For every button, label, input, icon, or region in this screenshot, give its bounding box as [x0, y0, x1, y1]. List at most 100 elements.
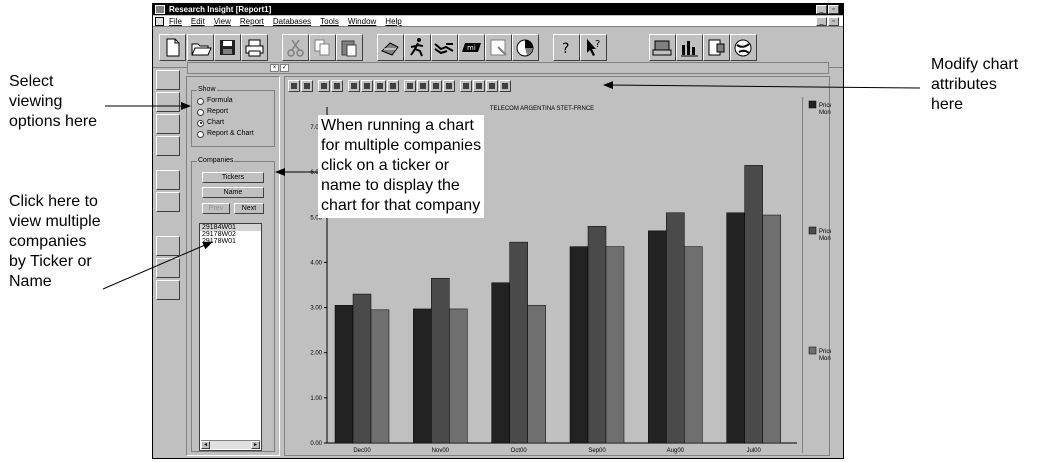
bar-1-1 [431, 277, 450, 444]
globe-icon[interactable] [730, 34, 757, 61]
legend-label-cont: Monthly [819, 356, 831, 362]
paste-icon[interactable] [336, 34, 363, 61]
menu-window[interactable]: Window [348, 16, 376, 27]
app-icon [155, 5, 165, 14]
legend-label-cont: Monthly [819, 110, 831, 116]
screen-icon[interactable] [649, 34, 676, 61]
maximize-button[interactable]: ▫ [828, 5, 839, 14]
bar-2-2 [527, 305, 546, 444]
y-tick-label: 0.00 [310, 441, 322, 447]
show-group-title: Show [197, 85, 217, 94]
legend-swatch [808, 100, 817, 109]
bar-0-0 [334, 305, 354, 444]
x-tick-label: Nov00 [432, 448, 450, 454]
tickers-button[interactable]: Tickers [202, 172, 264, 183]
bar-2-4 [684, 246, 703, 444]
side-tool-7-icon[interactable] [156, 258, 180, 278]
menu-help[interactable]: Help [385, 16, 401, 27]
view-toggle-icon[interactable] [156, 70, 180, 90]
save-icon[interactable] [214, 34, 241, 61]
bar-1-5 [744, 165, 763, 444]
y-tick-label: 1.00 [310, 396, 322, 402]
show-chart-option[interactable]: Chart [197, 118, 224, 128]
run-icon[interactable] [404, 34, 431, 61]
show-report-chart-option[interactable]: Report & Chart [197, 129, 254, 139]
copy-icon[interactable] [309, 34, 336, 61]
legend-label: Price Low - [819, 349, 831, 355]
selector-strip: × ✓ [187, 62, 829, 74]
menu-bar: File Edit View Report Databases Tools Wi… [153, 16, 843, 27]
close-x-icon[interactable]: × [270, 64, 279, 72]
cut-icon[interactable] [282, 34, 309, 61]
list-item[interactable]: 29178W01 [200, 238, 261, 245]
svg-text:mi: mi [467, 44, 476, 52]
x-tick-label: Dec00 [353, 448, 371, 454]
app-window: Research Insight [Report1] _ ▫ File Edit… [152, 3, 844, 459]
bar-1-2 [509, 241, 528, 444]
menu-view[interactable]: View [214, 16, 231, 27]
side-tool-5-icon[interactable] [156, 192, 180, 212]
context-help-icon[interactable]: ? [580, 34, 607, 61]
mini-report-icon[interactable]: mi [458, 34, 485, 61]
prev-button[interactable]: Prev [202, 203, 230, 214]
chart-title: TELECOM ARGENTINA STET-FRNCE [490, 106, 594, 112]
menu-file[interactable]: File [169, 16, 182, 27]
doc-minimize-button[interactable]: _ [816, 17, 827, 26]
y-tick-label: 2.00 [310, 351, 322, 357]
minimize-button[interactable]: _ [816, 5, 827, 14]
side-toolbar [155, 70, 183, 455]
company-list[interactable]: 29184W01 29178W02 29178W01 ◂ ▸ [199, 223, 262, 451]
doc-restore-button[interactable]: ▫ [828, 17, 839, 26]
show-report-option[interactable]: Report [197, 107, 228, 117]
bar-chart-icon[interactable] [676, 34, 703, 61]
side-tool-2-icon[interactable] [156, 114, 180, 134]
new-document-icon[interactable] [159, 34, 186, 61]
bar-1-0 [352, 293, 372, 444]
legend-label: Price Close - [819, 103, 831, 109]
options-panel: Show Formula Report Chart Report & Chart… [186, 76, 280, 456]
bar-0-5 [726, 212, 745, 444]
scroll-left-icon[interactable]: ◂ [201, 441, 210, 449]
next-button[interactable]: Next [234, 203, 264, 214]
companies-group-title: Companies [197, 156, 235, 165]
side-tool-4-icon[interactable] [156, 170, 180, 190]
menu-tools[interactable]: Tools [320, 16, 339, 27]
print-icon[interactable] [241, 34, 268, 61]
radio-chart[interactable] [197, 119, 204, 127]
tools-icon[interactable] [377, 34, 404, 61]
menu-edit[interactable]: Edit [191, 16, 205, 27]
list-item[interactable]: 29184W01 [200, 224, 261, 231]
callout-modify-chart: Modify chart attributes here [931, 56, 1019, 113]
menu-databases[interactable]: Databases [273, 16, 311, 27]
document-icon[interactable] [155, 17, 164, 26]
side-tool-3-icon[interactable] [156, 136, 180, 156]
check-icon[interactable]: ✓ [280, 64, 289, 72]
radio-report[interactable] [197, 108, 204, 116]
pie-chart-icon[interactable] [512, 34, 539, 61]
bar-2-1 [449, 308, 468, 444]
menu-report[interactable]: Report [240, 16, 264, 27]
x-tick-label: Jul00 [746, 448, 761, 454]
list-scrollbar[interactable]: ◂ ▸ [201, 440, 260, 449]
legend-label-cont: Monthly [819, 236, 831, 242]
report-icon[interactable] [703, 34, 730, 61]
list-item[interactable]: 29178W02 [200, 231, 261, 238]
bar-1-4 [666, 212, 685, 444]
bar-0-3 [569, 246, 589, 444]
name-button[interactable]: Name [202, 187, 264, 198]
side-tool-8-icon[interactable] [156, 280, 180, 300]
export-icon[interactable] [485, 34, 512, 61]
side-tool-1-icon[interactable] [156, 92, 180, 112]
radio-formula[interactable] [197, 97, 204, 105]
show-formula-option[interactable]: Formula [197, 96, 233, 106]
open-folder-icon[interactable] [187, 34, 214, 61]
callout-multiple-companies: Click here to view multiple companies by… [9, 193, 101, 290]
side-tool-6-icon[interactable] [156, 236, 180, 256]
bar-2-3 [605, 246, 625, 444]
handshake-icon[interactable] [431, 34, 458, 61]
help-icon[interactable]: ? [553, 34, 580, 61]
window-controls: _ ▫ [816, 5, 839, 14]
y-tick-label: 4.00 [310, 260, 322, 266]
scroll-right-icon[interactable]: ▸ [251, 441, 260, 449]
radio-report-chart[interactable] [197, 130, 204, 138]
